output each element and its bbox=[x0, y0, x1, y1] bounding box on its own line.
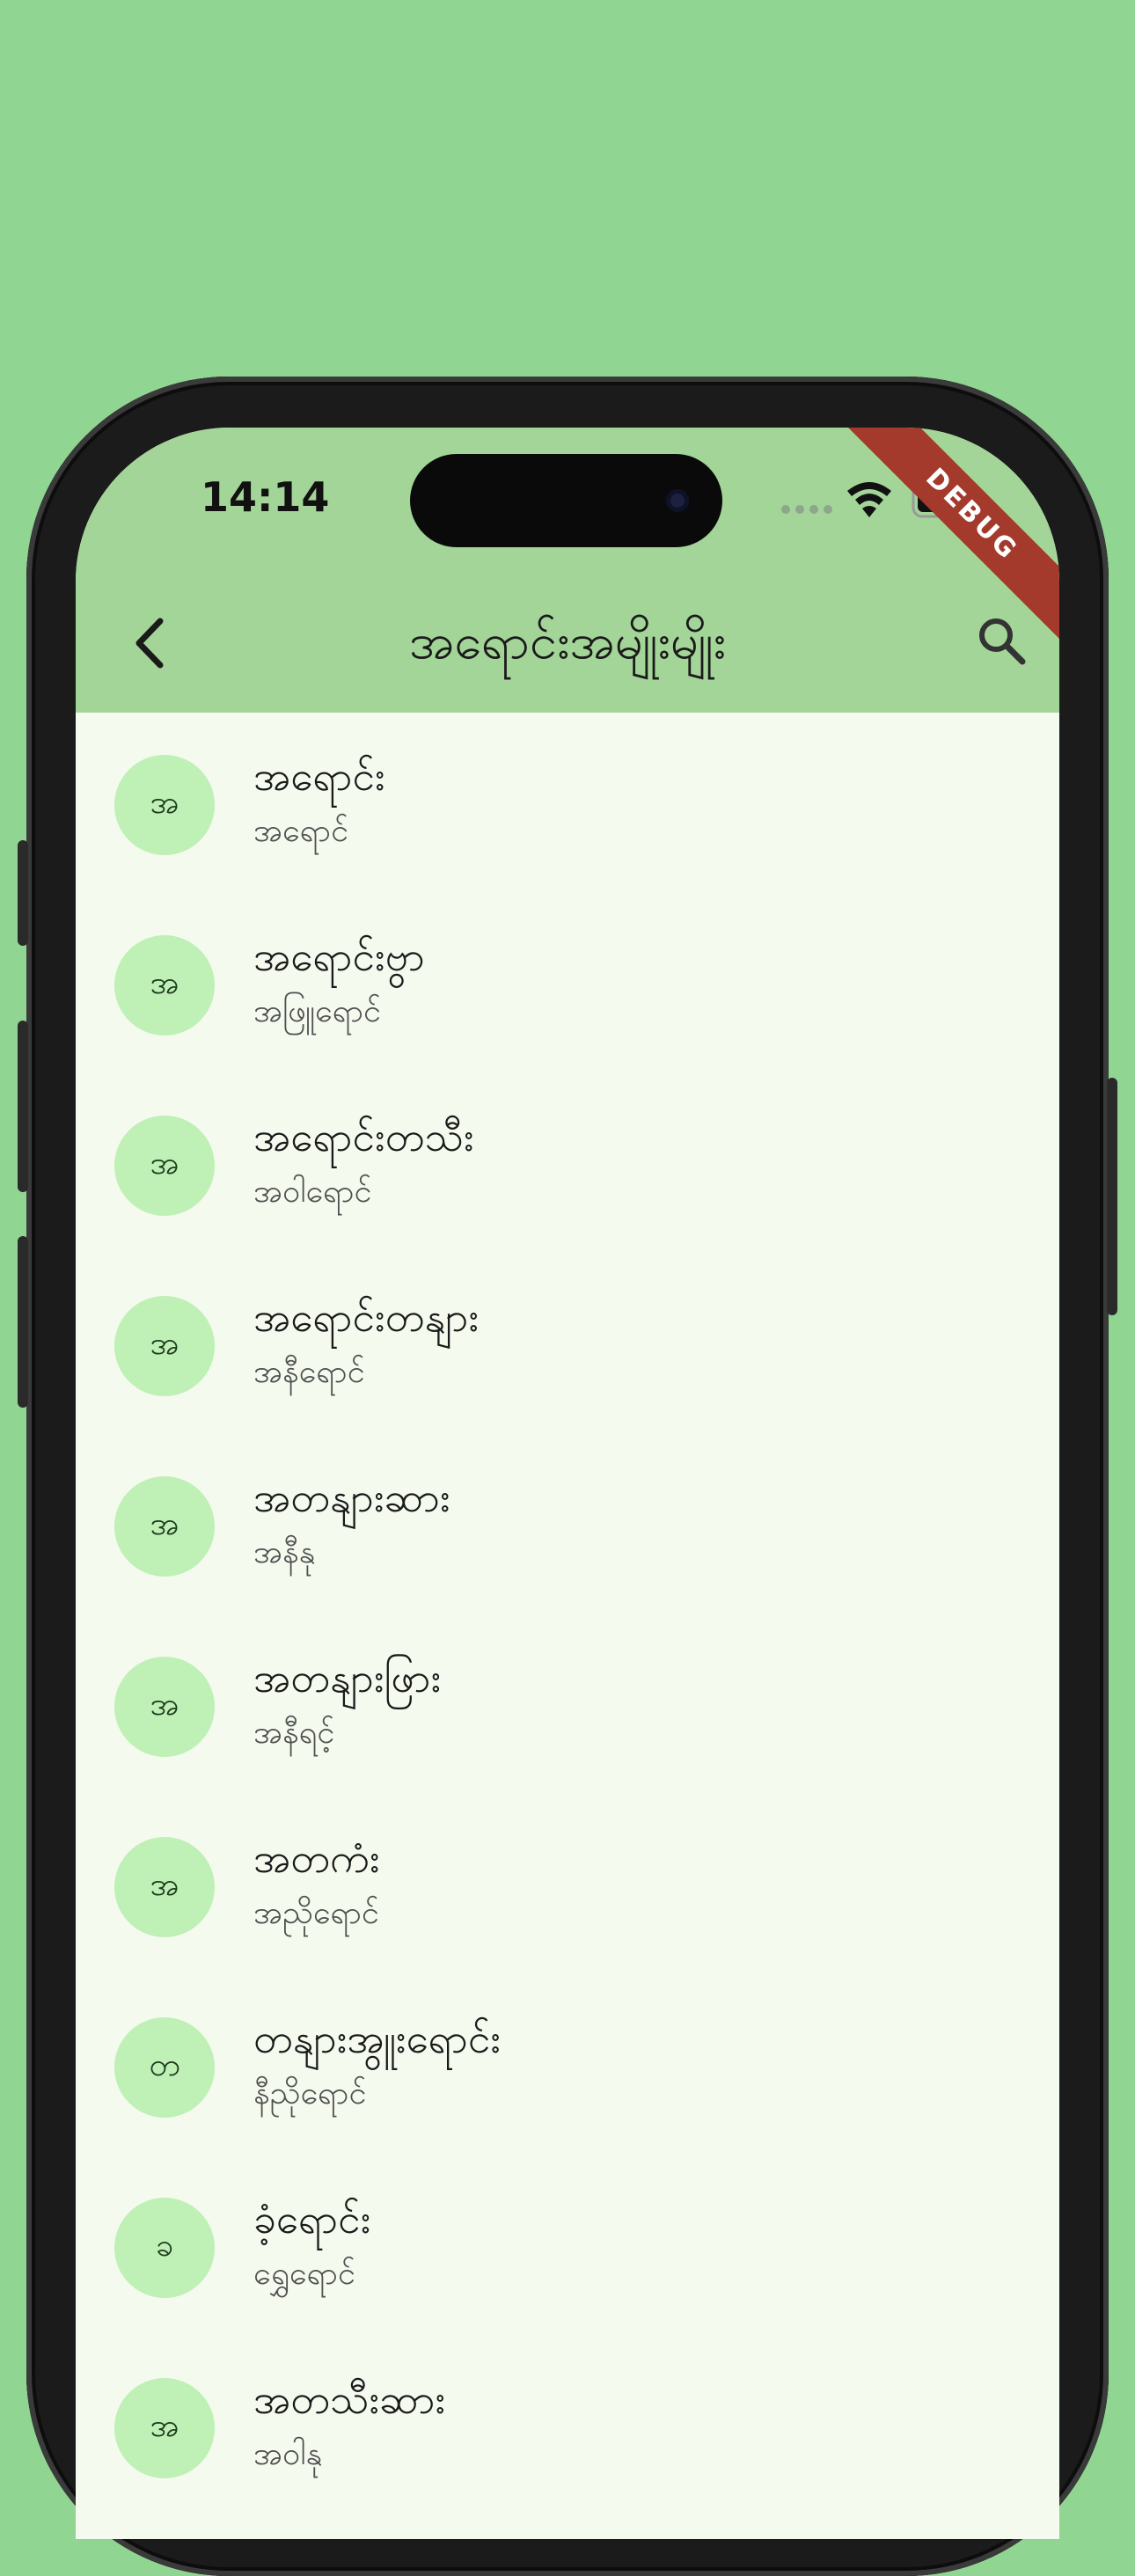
avatar: ခ bbox=[114, 2198, 215, 2298]
list-item[interactable]: အ အရောင်းဗွာ အဖြူရောင် bbox=[76, 893, 1059, 1073]
app-screen: 14:14 DEBUG အရောင်းအမျိုးမျိုး အ အရောင်း… bbox=[76, 428, 1059, 2539]
item-title: အတနျားဆား bbox=[253, 1474, 450, 1521]
avatar: အ bbox=[114, 935, 215, 1036]
volume-down-button bbox=[18, 1236, 28, 1408]
avatar: အ bbox=[114, 1296, 215, 1396]
power-button bbox=[1107, 1078, 1117, 1315]
list-item[interactable]: အ အရောင်းတသီး အဝါရောင် bbox=[76, 1073, 1059, 1254]
list-item[interactable]: အ အရောင်းတနျား အနီရောင် bbox=[76, 1254, 1059, 1434]
item-subtitle: နီညိုရောင် bbox=[253, 2075, 367, 2111]
search-icon bbox=[979, 618, 1026, 665]
item-subtitle: အရောင် bbox=[253, 813, 349, 849]
chevron-left-icon bbox=[135, 618, 164, 669]
color-list: အ အရောင်း အရောင် အ အရောင်းဗွာ အဖြူရောင် … bbox=[76, 713, 1059, 2516]
list-item[interactable]: အ အတသီးဆား အဝါနု bbox=[76, 2336, 1059, 2516]
avatar: အ bbox=[114, 2378, 215, 2478]
avatar: အ bbox=[114, 1837, 215, 1937]
camera-icon bbox=[666, 489, 689, 512]
search-button[interactable] bbox=[973, 612, 1031, 670]
item-title: အရောင်းတသီး bbox=[253, 1113, 474, 1160]
wifi-icon bbox=[847, 482, 891, 517]
avatar: အ bbox=[114, 755, 215, 855]
volume-up-button bbox=[18, 1021, 28, 1192]
avatar: တ bbox=[114, 2017, 215, 2118]
item-title: အရောင်းတနျား bbox=[253, 1293, 480, 1341]
status-time: 14:14 bbox=[201, 473, 330, 521]
list-item[interactable]: အ အရောင်း အရောင် bbox=[76, 713, 1059, 893]
action-button bbox=[18, 840, 28, 946]
item-subtitle: ရွှေရောင် bbox=[253, 2256, 355, 2292]
list-item[interactable]: တ တနျားအွူးရောင်း နီညိုရောင် bbox=[76, 1975, 1059, 2155]
list-item[interactable]: အ အတကံး အညိုရောင် bbox=[76, 1795, 1059, 1975]
item-title: အရောင်း bbox=[253, 752, 385, 800]
item-subtitle: အဝါရောင် bbox=[253, 1174, 372, 1210]
item-title: အတသီးဆား bbox=[253, 2375, 446, 2423]
cellular-signal-icon bbox=[781, 505, 832, 514]
item-subtitle: အဖြူရောင် bbox=[253, 993, 382, 1029]
item-subtitle: အနီရင့် bbox=[253, 1715, 335, 1751]
item-subtitle: အနီရောင် bbox=[253, 1354, 365, 1390]
back-button[interactable] bbox=[125, 612, 178, 674]
item-title: အတနျားဖြား bbox=[253, 1654, 442, 1701]
item-title: အရောင်းဗွာ bbox=[253, 933, 425, 980]
item-title: ခံ့ရောင်း bbox=[253, 2195, 371, 2243]
list-item[interactable]: အ အတနျားဆား အနီနု bbox=[76, 1434, 1059, 1614]
dynamic-island bbox=[410, 454, 722, 547]
item-subtitle: အညိုရောင် bbox=[253, 1895, 379, 1931]
item-title: တနျားအွူးရောင်း bbox=[253, 2015, 502, 2062]
avatar: အ bbox=[114, 1116, 215, 1216]
avatar: အ bbox=[114, 1657, 215, 1757]
item-subtitle: အဝါနု bbox=[253, 2436, 323, 2472]
avatar: အ bbox=[114, 1476, 215, 1577]
item-subtitle: အနီနု bbox=[253, 1534, 316, 1570]
item-title: အတကံး bbox=[253, 1834, 380, 1882]
list-item[interactable]: ခ ခံ့ရောင်း ရွှေရောင် bbox=[76, 2155, 1059, 2336]
list-item[interactable]: အ အတနျားဖြား အနီရင့် bbox=[76, 1614, 1059, 1795]
app-bar: 14:14 DEBUG အရောင်းအမျိုးမျိုး bbox=[76, 428, 1059, 713]
page-title: အရောင်းအမျိုးမျိုး bbox=[409, 613, 726, 670]
